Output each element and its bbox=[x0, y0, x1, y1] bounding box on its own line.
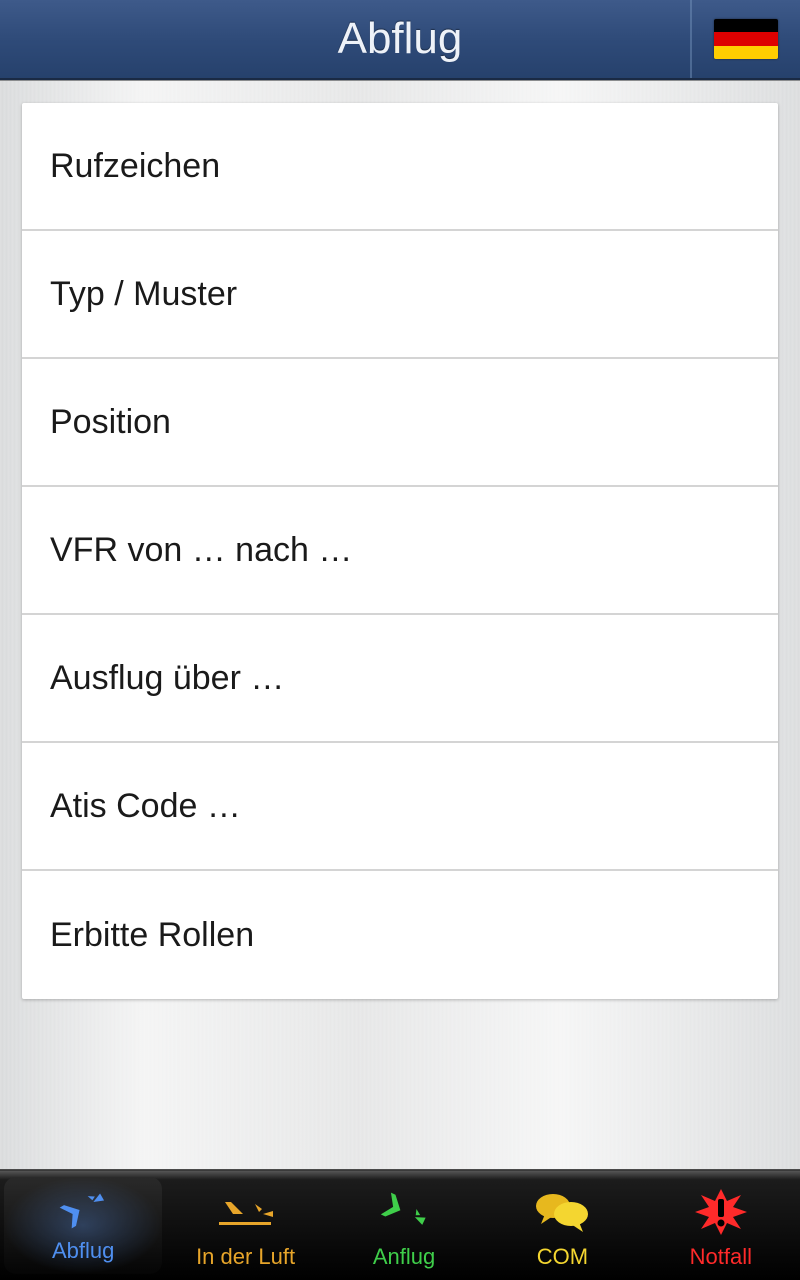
list-item[interactable]: Rufzeichen bbox=[22, 103, 778, 231]
alert-burst-icon bbox=[693, 1184, 749, 1240]
list-item-label: Ausflug über … bbox=[50, 659, 284, 698]
tab-in-der-luft[interactable]: In der Luft bbox=[166, 1171, 324, 1280]
tab-bar: Abflug In der Luft Anflug bbox=[0, 1170, 800, 1280]
page-title: Abflug bbox=[338, 14, 463, 64]
tab-com[interactable]: COM bbox=[483, 1171, 641, 1280]
list-item[interactable]: Atis Code … bbox=[22, 743, 778, 871]
tab-label: Notfall bbox=[690, 1244, 752, 1270]
list-item-label: Rufzeichen bbox=[50, 147, 220, 186]
tab-label: Anflug bbox=[373, 1244, 435, 1270]
plane-landing-icon bbox=[374, 1184, 434, 1240]
tab-abflug[interactable]: Abflug bbox=[4, 1177, 162, 1274]
list-item[interactable]: VFR von … nach … bbox=[22, 487, 778, 615]
tab-notfall[interactable]: Notfall bbox=[642, 1171, 800, 1280]
list-item-label: Atis Code … bbox=[50, 787, 241, 826]
list-item[interactable]: Ausflug über … bbox=[22, 615, 778, 743]
menu-list: Rufzeichen Typ / Muster Position VFR von… bbox=[22, 103, 778, 999]
plane-takeoff-icon bbox=[53, 1182, 113, 1234]
tab-label: In der Luft bbox=[196, 1244, 295, 1270]
tab-label: COM bbox=[537, 1244, 588, 1270]
list-item[interactable]: Erbitte Rollen bbox=[22, 871, 778, 999]
list-item[interactable]: Typ / Muster bbox=[22, 231, 778, 359]
list-item-label: VFR von … nach … bbox=[50, 531, 352, 570]
tab-label: Abflug bbox=[52, 1238, 114, 1264]
header-bar: Abflug bbox=[0, 0, 800, 80]
list-item-label: Position bbox=[50, 403, 171, 442]
list-item-label: Erbitte Rollen bbox=[50, 916, 254, 955]
list-item[interactable]: Position bbox=[22, 359, 778, 487]
plane-cruise-icon bbox=[215, 1184, 277, 1240]
chat-bubbles-icon bbox=[533, 1184, 591, 1240]
content-area: Rufzeichen Typ / Muster Position VFR von… bbox=[0, 80, 800, 1170]
language-flag-button[interactable] bbox=[690, 0, 800, 78]
german-flag-icon bbox=[714, 19, 778, 59]
tab-anflug[interactable]: Anflug bbox=[325, 1171, 483, 1280]
list-item-label: Typ / Muster bbox=[50, 275, 237, 314]
